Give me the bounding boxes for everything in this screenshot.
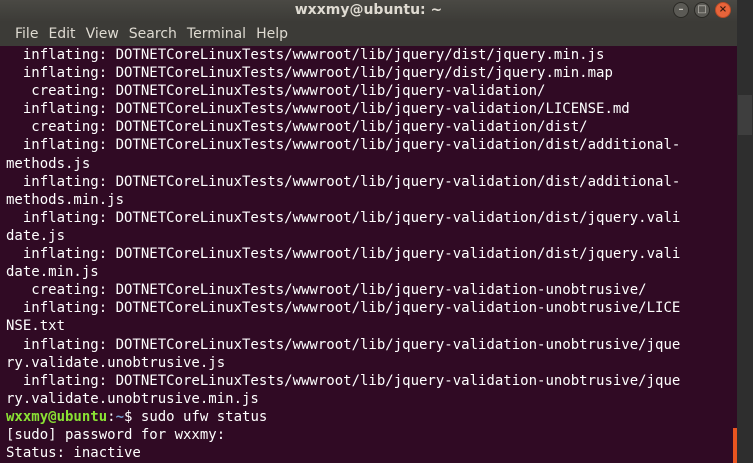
scrollbar-track[interactable] [737,0,753,463]
output-line: inflating: DOTNETCoreLinuxTests/wwwroot/… [6,336,681,353]
output-line: creating: DOTNETCoreLinuxTests/wwwroot/l… [6,282,647,299]
sudo-password-prompt: [sudo] password for wxxmy: [6,426,226,443]
prompt-path: ~ [115,408,125,425]
output-line: ry.validate.unobtrusive.min.js [6,390,259,407]
menu-help[interactable]: Help [251,22,293,46]
close-icon[interactable]: × [715,2,731,18]
prompt-command: sudo ufw status [140,408,268,425]
window-controls: – □ × [673,2,731,18]
output-line: creating: DOTNETCoreLinuxTests/wwwroot/l… [6,119,588,136]
terminal-window: wxxmy@ubuntu: ~ – □ × File Edit View Sea… [0,0,737,463]
terminal-output[interactable]: inflating: DOTNETCoreLinuxTests/wwwroot/… [0,46,733,463]
output-line: date.min.js [6,264,99,281]
output-line: inflating: DOTNETCoreLinuxTests/wwwroot/… [6,65,613,82]
output-line: inflating: DOTNETCoreLinuxTests/wwwroot/… [6,137,681,154]
output-line: inflating: DOTNETCoreLinuxTests/wwwroot/… [6,372,681,389]
output-line: date.js [6,227,66,244]
title-bar[interactable]: wxxmy@ubuntu: ~ – □ × [0,0,737,22]
menu-file[interactable]: File [10,22,43,46]
window-title: wxxmy@ubuntu: ~ [294,2,443,18]
prompt-line: wxxmy@ubuntu:~$ sudo ufw status [6,408,733,426]
menu-bar: File Edit View Search Terminal Help [0,22,737,46]
minimize-icon[interactable]: – [673,2,689,18]
scrollbar-thumb[interactable] [738,95,752,135]
maximize-icon[interactable]: □ [694,2,710,18]
menu-search[interactable]: Search [124,22,182,46]
output-line: ry.validate.unobtrusive.js [6,354,226,371]
output-line: inflating: DOTNETCoreLinuxTests/wwwroot/… [6,47,605,63]
prompt-user-host: wxxmy@ubuntu [6,408,108,425]
output-line: inflating: DOTNETCoreLinuxTests/wwwroot/… [6,173,681,190]
output-line: inflating: DOTNETCoreLinuxTests/wwwroot/… [6,246,681,263]
output-line: methods.min.js [6,191,125,208]
output-line: NSE.txt [6,318,66,335]
prompt-symbol: $ [124,408,141,425]
prompt-separator: : [107,408,116,425]
menu-view[interactable]: View [81,22,124,46]
output-line: methods.js [6,155,91,172]
output-line: inflating: DOTNETCoreLinuxTests/wwwroot/… [6,300,681,317]
output-line: inflating: DOTNETCoreLinuxTests/wwwroot/… [6,101,630,118]
status-output: Status: inactive [6,445,141,462]
menu-terminal[interactable]: Terminal [182,22,251,46]
output-line: creating: DOTNETCoreLinuxTests/wwwroot/l… [6,83,546,100]
menu-edit[interactable]: Edit [43,22,80,46]
output-line: inflating: DOTNETCoreLinuxTests/wwwroot/… [6,209,681,226]
